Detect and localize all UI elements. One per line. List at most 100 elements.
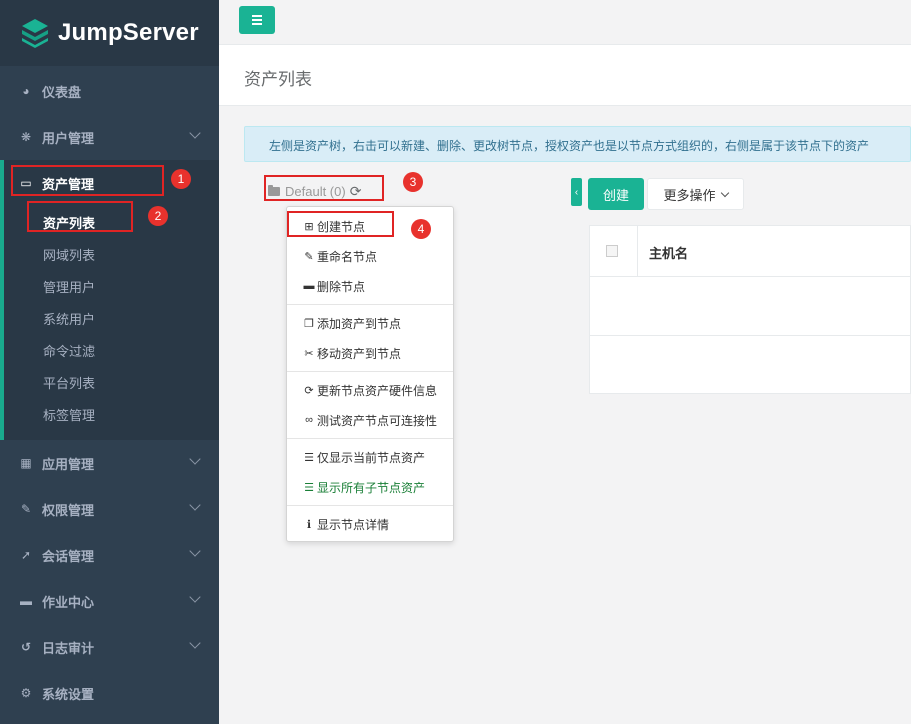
menu-label: 移动资产到节点: [317, 346, 402, 361]
refresh-icon: ⟳: [304, 384, 314, 397]
app-name: JumpServer: [58, 19, 199, 46]
chevron-down-icon: [189, 637, 201, 649]
chevron-down-icon: [189, 591, 201, 603]
nav-sub-label: 平台列表: [43, 375, 96, 391]
collapse-tree-button[interactable]: ‹: [571, 178, 582, 206]
menu-move-asset-to-node[interactable]: ✂ 移动资产到节点: [287, 338, 453, 368]
nav-label: 系统设置: [42, 686, 95, 702]
edit-icon: ✎: [20, 502, 32, 516]
asset-table: 主机名: [589, 225, 911, 394]
copy-icon: ❐: [304, 317, 314, 330]
hamburger-icon: [252, 15, 262, 17]
nav-sub-system-users[interactable]: 系统用户: [4, 302, 219, 334]
rocket-icon: ➚: [20, 548, 32, 562]
edit-icon: ✎: [304, 250, 314, 263]
chevron-down-icon: [720, 188, 729, 197]
nav-label: 权限管理: [42, 502, 95, 518]
info-circle-icon: ℹ: [306, 518, 312, 531]
annotation-box-create-node: [287, 211, 394, 237]
history-icon: ↺: [20, 640, 32, 654]
chevron-down-icon: [189, 453, 201, 465]
nav-dashboard[interactable]: ◕ 仪表盘: [0, 68, 219, 114]
menu-update-hardware-info[interactable]: ⟳ 更新节点资产硬件信息: [287, 375, 453, 405]
nav-applications[interactable]: ▦ 应用管理: [0, 440, 219, 486]
gears-icon: ⚙: [20, 686, 32, 700]
menu-show-all-child-assets[interactable]: ☰ 显示所有子节点资产: [287, 472, 453, 502]
context-menu: ⊞ 创建节点 ✎ 重命名节点 ▬ 删除节点 ❐ 添加资产到节点 ✂ 移动资产到节点 ⟳ 更新…: [286, 206, 454, 542]
menu-label: 更新节点资产硬件信息: [317, 383, 438, 398]
menu-divider: [287, 505, 453, 506]
menu-label: 删除节点: [317, 279, 366, 294]
hamburger-icon: [252, 19, 262, 21]
nav-dashboard-label: 仪表盘: [42, 84, 82, 100]
annotation-badge: 1: [171, 169, 191, 189]
more-actions-label: 更多操作: [663, 187, 716, 203]
nav-label: 日志审计: [42, 640, 95, 656]
more-actions-button[interactable]: 更多操作: [647, 178, 744, 210]
nav-sub-label: 系统用户: [43, 311, 96, 327]
annotation-badge: 3: [403, 172, 423, 192]
nav-sub-label: 网域列表: [43, 247, 96, 263]
menu-test-connectivity[interactable]: ∞ 测试资产节点可连接性: [287, 405, 453, 435]
menu-delete-node[interactable]: ▬ 删除节点: [287, 271, 453, 301]
select-all-checkbox[interactable]: [606, 245, 618, 257]
nav-sub-command-filter[interactable]: 命令过滤: [4, 334, 219, 366]
nav-sub-label: 命令过滤: [43, 343, 96, 359]
table-row: [590, 277, 910, 336]
topbar: [219, 0, 911, 45]
nav-settings[interactable]: ⚙ 系统设置: [0, 670, 219, 716]
indent-icon: ☰: [304, 451, 314, 464]
create-button[interactable]: 创建: [588, 178, 644, 210]
nav-jobs[interactable]: ▬ 作业中心: [0, 578, 219, 624]
nav-sub-admin-users[interactable]: 管理用户: [4, 270, 219, 302]
menu-show-node-details[interactable]: ℹ 显示节点详情: [287, 509, 453, 539]
nav-sub-domain-list[interactable]: 网域列表: [4, 238, 219, 270]
menu-show-current-node-assets[interactable]: ☰ 仅显示当前节点资产: [287, 442, 453, 472]
nav-label: 作业中心: [42, 594, 95, 610]
menu-divider: [287, 304, 453, 305]
menu-add-asset-to-node[interactable]: ❐ 添加资产到节点: [287, 308, 453, 338]
sidebar: JumpServer ◕ 仪表盘 ❋ 用户管理 ▭ 资产管理 资产列表 网域列表…: [0, 0, 219, 724]
menu-label: 显示所有子节点资产: [317, 480, 426, 495]
nav-audit[interactable]: ↺ 日志审计: [0, 624, 219, 670]
menu-rename-node[interactable]: ✎ 重命名节点: [287, 241, 453, 271]
menu-label: 测试资产节点可连接性: [317, 413, 438, 428]
annotation-badge: 4: [411, 219, 431, 239]
chevron-left-icon: ‹: [574, 186, 579, 198]
menu-label: 仅显示当前节点资产: [317, 450, 426, 465]
nav-permissions[interactable]: ✎ 权限管理: [0, 486, 219, 532]
header-checkbox-cell: [590, 226, 638, 277]
scissors-icon: ✂: [304, 347, 314, 360]
info-alert: 左侧是资产树，右击可以新建、删除、更改树节点，授权资产也是以节点方式组织的，右侧…: [244, 126, 911, 162]
minus-square-icon: ▬: [303, 280, 315, 292]
nav-sub-label-manage[interactable]: 标签管理: [4, 398, 219, 430]
chevron-down-icon: [189, 127, 201, 139]
chevron-down-icon: [189, 545, 201, 557]
menu-label: 重命名节点: [317, 249, 378, 264]
table-header-row: 主机名: [590, 226, 910, 277]
nav-users-label: 用户管理: [42, 130, 95, 146]
annotation-box-asset-list: [27, 201, 133, 232]
apps-grid-icon: ▦: [20, 456, 32, 470]
annotation-box-tree-root: [264, 175, 384, 201]
nav-sessions[interactable]: ➚ 会话管理: [0, 532, 219, 578]
logo[interactable]: JumpServer: [0, 0, 219, 66]
column-header-hostname[interactable]: 主机名: [649, 243, 688, 262]
page-title: 资产列表: [244, 70, 312, 89]
dashboard-icon: ◕: [22, 84, 30, 98]
menu-label: 添加资产到节点: [317, 316, 402, 331]
nav-sub-label: 标签管理: [43, 407, 96, 423]
menu-label: 显示节点详情: [317, 517, 390, 532]
nav-sub-platform-list[interactable]: 平台列表: [4, 366, 219, 398]
sidebar-toggle-button[interactable]: [239, 6, 275, 34]
nav-label: 应用管理: [42, 456, 95, 472]
jumpserver-logo-icon: [20, 18, 50, 48]
nav-sub-label: 管理用户: [43, 279, 96, 295]
page-header: 资产列表: [219, 45, 911, 106]
nav-users[interactable]: ❋ 用户管理: [0, 114, 219, 160]
hamburger-icon: [252, 23, 262, 25]
chevron-down-icon: [189, 499, 201, 511]
list-icon: ☰: [304, 481, 314, 494]
link-icon: ∞: [305, 414, 313, 426]
monitor-icon: ▬: [20, 594, 32, 608]
